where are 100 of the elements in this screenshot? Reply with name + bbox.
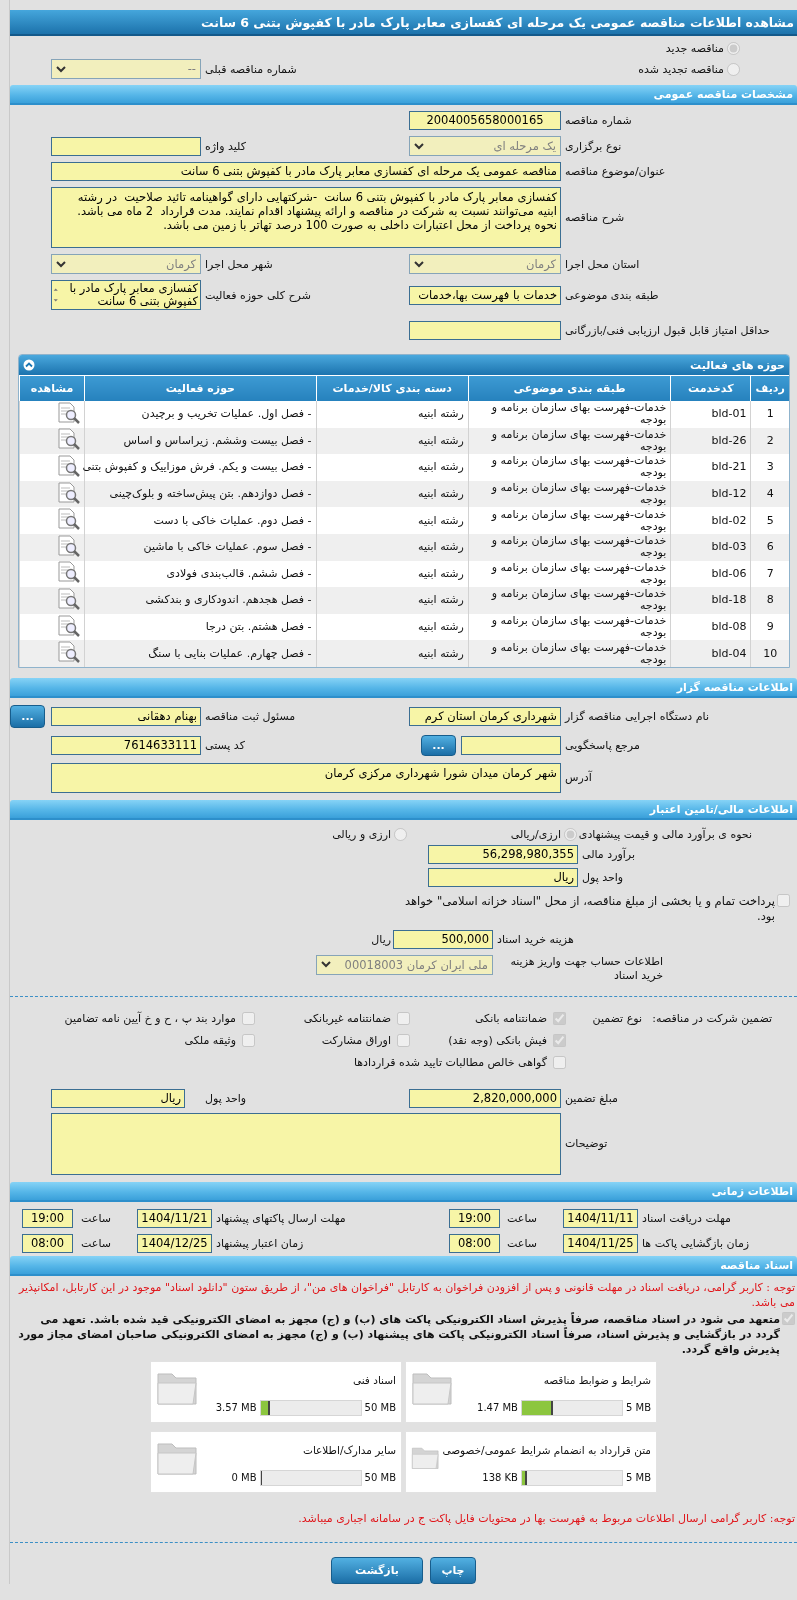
radio-label: ارزی/ریالی xyxy=(510,827,561,841)
time-field[interactable]: 08:00 xyxy=(449,1233,500,1253)
text-field[interactable]: 2,820,000,000 xyxy=(409,1088,561,1108)
text-field[interactable]: 2004005658000165 xyxy=(409,111,561,130)
document-search-icon[interactable] xyxy=(56,455,81,477)
dropdown[interactable]: یک مرحله ای xyxy=(409,136,561,156)
table-cell: رشته ابنیه xyxy=(316,640,469,667)
document-search-icon[interactable] xyxy=(56,401,81,424)
checkbox-label: موارد بند پ ، ح و خ آیین نامه تضامین xyxy=(64,1012,236,1026)
table-cell: خدمات-فهرست بهای سازمان برنامه و بودجه xyxy=(468,587,671,614)
text-field[interactable]: ریال xyxy=(428,867,578,887)
text-area[interactable]: کفسازی معابر پارک مادر با کفپوش بتنی 6 سانت -شرکتهایی دارای گواهینامه تائید صلاحیت در رشته ابنیه می‌توانند نسبت به شرکت در مناقصه و ارائه پیشنهاد اقدام نمایند. مدت قرارداد 2 ماه می باشد. نحوه پرداخت از محل اعتبارات داخلی به صورت 100 درصد تهاتر با زمین می باشد. xyxy=(51,187,561,248)
time-field[interactable]: 08:00 xyxy=(22,1233,73,1253)
text-field[interactable]: 56,298,980,355 xyxy=(428,844,578,864)
table-cell: bld-21 xyxy=(670,454,751,481)
field-label: شرح کلی حوزه فعالیت xyxy=(204,288,312,302)
collapse-toggle-icon[interactable] xyxy=(23,359,35,371)
date-field[interactable]: 1404/11/21 xyxy=(137,1208,212,1228)
table-cell: 1 xyxy=(750,401,789,428)
date-field[interactable]: 1404/11/25 xyxy=(563,1233,638,1253)
document-search-icon[interactable] xyxy=(56,481,81,504)
table-cell: bld-03 xyxy=(670,533,751,561)
document-search-icon[interactable] xyxy=(56,534,81,557)
table-cell: 6 xyxy=(750,533,789,561)
document-search-icon[interactable] xyxy=(56,641,81,664)
field-label: مبلغ تضمین xyxy=(564,1091,619,1105)
field-label: نحوه ی برآورد مالی و قیمت پیشنهادی xyxy=(577,827,752,841)
action-button[interactable]: چاپ xyxy=(430,1556,476,1584)
dropdown[interactable]: کرمان xyxy=(51,254,201,274)
list-box[interactable]: کفسازی معابر پارک مادر با کفپوش بتنی 6 سانت xyxy=(51,280,201,310)
column-header: حوزه فعالیت xyxy=(84,376,317,401)
text-field[interactable] xyxy=(409,321,561,340)
field-label: زمان اعتبار پیشنهاد xyxy=(215,1236,305,1250)
field-label: واحد پول xyxy=(204,1091,248,1105)
text-field[interactable]: شهرداری کرمان استان کرم xyxy=(409,706,561,726)
table-cell: رشته ابنیه xyxy=(316,427,469,455)
table-cell: bld-01 xyxy=(670,401,751,428)
document-search-icon[interactable] xyxy=(56,587,81,610)
text-field[interactable]: ریال xyxy=(51,1088,185,1108)
radio-label: مناقصه تجدید شده xyxy=(638,62,724,76)
table-cell: خدمات-فهرست بهای سازمان برنامه و بودجه xyxy=(468,533,671,561)
ellipsis-button[interactable]: ... xyxy=(10,704,45,728)
text-field[interactable] xyxy=(461,735,561,755)
time-field[interactable]: 19:00 xyxy=(449,1208,500,1228)
document-search-icon[interactable] xyxy=(56,614,81,637)
section-header: اطلاعات مناقصه گزار xyxy=(10,677,797,698)
used-size: 3.57 MB xyxy=(215,1402,257,1414)
text-field[interactable]: خدمات با فهرست بها،خدمات xyxy=(409,285,561,305)
used-size: 0 MB xyxy=(231,1472,257,1484)
table-cell: bld-04 xyxy=(670,640,751,667)
document-search-icon[interactable] xyxy=(56,428,81,451)
ellipsis-button[interactable]: ... xyxy=(421,734,456,756)
action-button[interactable]: بازگشت xyxy=(331,1556,423,1584)
field-label: نوع تضمین xyxy=(591,1010,642,1027)
checkbox-label: ضمانتنامه بانکی xyxy=(474,1012,547,1026)
unit-label: ریال xyxy=(371,932,391,946)
table-cell: bld-26 xyxy=(670,427,751,455)
window-title: مشاهده اطلاعات مناقصه عمومی یک مرحله ای کفسازی معابر پارک مادر با کفپوش بتنی 6 سانت xyxy=(10,10,797,36)
size-limit: 5 MB xyxy=(625,1402,651,1414)
document-search-icon[interactable] xyxy=(56,561,81,584)
text-area[interactable]: شهر کرمان میدان شورا شهرداری مرکزی کرمان xyxy=(51,762,561,793)
field-label: مهلت دریافت اسناد xyxy=(641,1211,732,1225)
field-label: شهر محل اجرا xyxy=(204,257,274,271)
table-cell: 8 xyxy=(750,587,789,614)
dropdown[interactable]: ملی ایران کرمان 00018003 xyxy=(316,954,493,975)
table-cell: 5 xyxy=(750,507,789,534)
table-cell: bld-18 xyxy=(670,587,751,614)
table-cell: رشته ابنیه xyxy=(316,587,469,614)
checkbox-label: گواهی خالص مطالبات تایید شده قراردادها xyxy=(353,1056,547,1070)
field-label: زمان بازگشایی پاکت ها xyxy=(641,1236,751,1250)
table-cell: - فصل بیست و یکم. فرش موزاییک و کفپوش بتنی xyxy=(84,454,317,481)
field-label: عنوان/موضوع مناقصه xyxy=(564,165,667,178)
field-label: هزینه خرید اسناد xyxy=(496,932,575,946)
field-label: طبقه بندی موضوعی xyxy=(564,288,660,302)
date-field[interactable]: 1404/11/11 xyxy=(563,1208,638,1228)
field-label: نوع برگزاری xyxy=(564,139,623,153)
chevron-icon xyxy=(56,65,66,73)
field-label: نام دستگاه اجرایی مناقصه گزار xyxy=(563,709,710,723)
text-field[interactable] xyxy=(51,136,201,156)
table-cell: - فصل هجدهم. اندودکاری و بندکشی xyxy=(84,587,317,614)
table-cell: bld-12 xyxy=(670,480,751,508)
table-cell: - فصل بیست وششم. زیراساس و اساس xyxy=(84,427,317,455)
field-label: واحد پول xyxy=(581,870,625,884)
table-cell: 10 xyxy=(750,640,789,667)
time-field[interactable]: 19:00 xyxy=(22,1208,73,1228)
section-header: اطلاعات مالی/تامین اعتبار xyxy=(10,799,797,820)
table-title: حوزه های فعالیت xyxy=(690,358,785,372)
text-field[interactable]: بهنام دهقانی xyxy=(51,706,201,726)
text-area[interactable] xyxy=(51,1112,561,1175)
document-search-icon[interactable] xyxy=(56,508,81,531)
table-cell: - فصل دوازدهم. بتن پیش‌ساخته و بلوک‌چینی xyxy=(84,480,317,508)
table-cell: 2 xyxy=(750,427,789,455)
text-field[interactable]: 500,000 xyxy=(393,929,493,949)
text-field[interactable]: 7614633111 xyxy=(51,735,201,755)
table-cell: - فصل دوم. عملیات خاکی با دست xyxy=(84,507,317,534)
checkbox-label: وثیقه ملکی xyxy=(184,1034,236,1048)
dropdown[interactable]: کرمان xyxy=(409,254,561,274)
text-field[interactable]: مناقصه عمومی یک مرحله ای کفسازی معابر پارک مادر با کفپوش بتنی 6 سانت xyxy=(51,162,561,181)
date-field[interactable]: 1404/12/25 xyxy=(137,1233,212,1253)
table-cell: - فصل اول. عملیات تخریب و برچیدن xyxy=(84,401,317,428)
